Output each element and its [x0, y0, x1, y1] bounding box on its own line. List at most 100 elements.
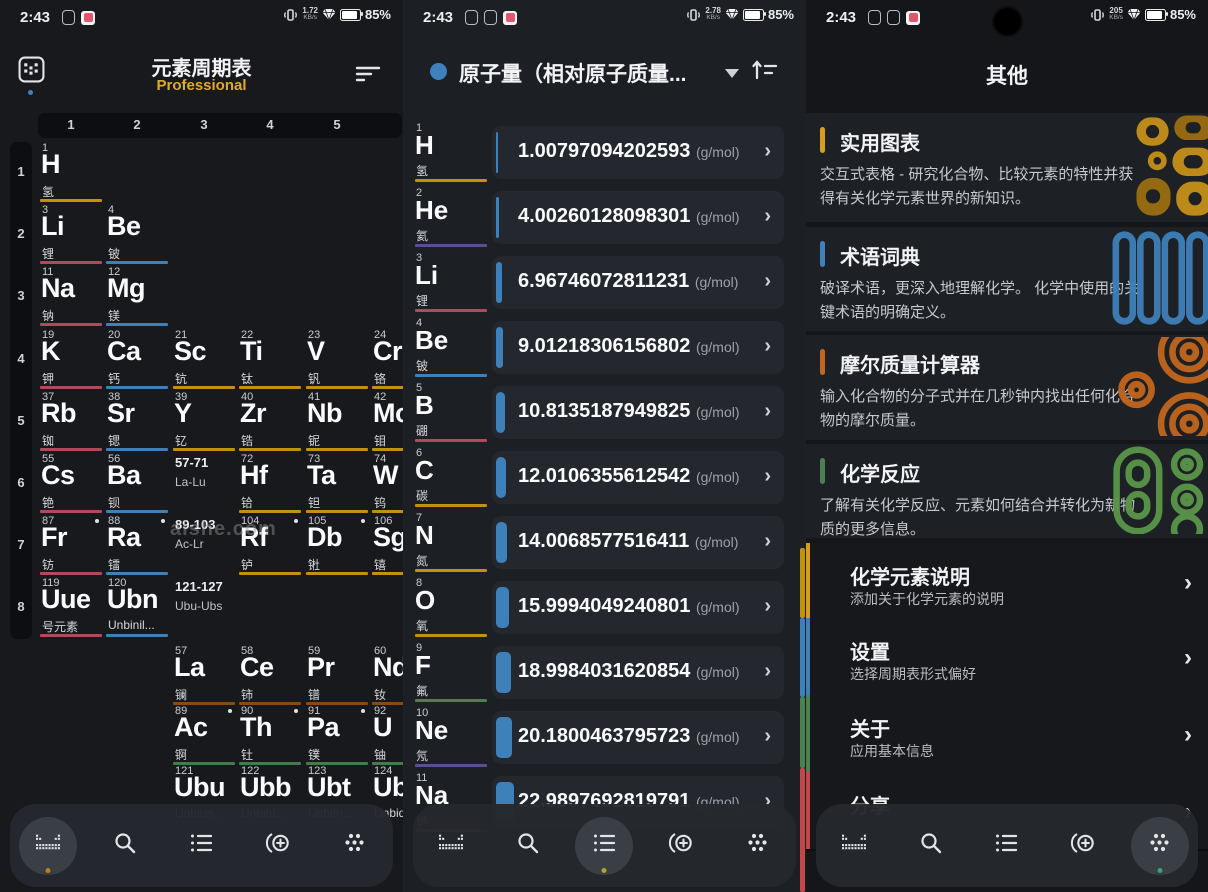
chevron-down-icon[interactable] — [725, 69, 739, 78]
feature-card-1[interactable]: 术语词典破译术语，更深入地理解化学。 化学中使用的关键术语的明确定义。 — [806, 227, 1208, 331]
value-card-B[interactable]: 10.8135187949825 (g/mol)› — [492, 386, 784, 439]
element-cell-Li[interactable]: 3Li锂 — [40, 204, 102, 265]
element-cell-Sg[interactable]: 106Sg𬭳 — [372, 515, 404, 576]
property-selector[interactable]: 原子量（相对原子质量... — [459, 58, 687, 88]
element-cell-Be[interactable]: 4Be铍 — [106, 204, 168, 265]
card-title: 化学反应 — [840, 458, 920, 487]
element-cell-Na[interactable]: 11Na钠 — [40, 266, 102, 327]
card-description: 了解有关化学反应、元素如何结合并转化为新物质的更多信息。 — [820, 494, 1142, 538]
nav-collection-add[interactable] — [1054, 817, 1112, 875]
element-cell-Fr[interactable]: 87Fr钫 — [40, 515, 102, 576]
element-symbol: Rb — [41, 400, 76, 427]
nav-list[interactable] — [978, 817, 1036, 875]
unit-label: (g/mol) — [696, 144, 740, 160]
nav-apps[interactable] — [729, 817, 787, 875]
element-cell-Db[interactable]: 105Db𬭊 — [306, 515, 368, 576]
app-root: 2:431.72KB/s85% 元素周期表 Professional 12345… — [0, 0, 1208, 892]
table-view-icon[interactable] — [18, 56, 45, 88]
element-cell-Ca[interactable]: 20Ca钙 — [106, 329, 168, 390]
element-cell-121-127[interactable]: 121-127Ubu-Ubs — [173, 577, 235, 638]
element-cell-U[interactable]: 92U铀 — [372, 705, 404, 766]
value-card-Be[interactable]: 9.01218306156802 (g/mol)› — [492, 321, 784, 374]
network-speed: 205KB/s — [1109, 7, 1123, 22]
bottom-nav — [816, 804, 1198, 887]
element-cell-H[interactable]: 1H氢 — [40, 142, 102, 203]
nav-list[interactable] — [575, 817, 633, 875]
periodic-table-icon — [36, 833, 61, 858]
scroll-marker[interactable] — [800, 697, 805, 768]
feature-card-2[interactable]: 摩尔质量计算器输入化合物的分子式并在几秒钟内找出任何化合物的摩尔质量。 — [806, 335, 1208, 440]
nav-apps[interactable] — [1131, 817, 1189, 875]
value-card-Ne[interactable]: 20.1800463795723 (g/mol)› — [492, 711, 784, 764]
element-cell-Nb[interactable]: 41Nb铌 — [306, 391, 368, 452]
sort-icon[interactable] — [750, 58, 778, 87]
value-card-C[interactable]: 12.0106355612542 (g/mol)› — [492, 451, 784, 504]
element-cell-57-71[interactable]: 57-71La-Lu — [173, 453, 235, 514]
nav-collection-add[interactable] — [652, 817, 710, 875]
element-cell-Ta[interactable]: 73Ta钽 — [306, 453, 368, 514]
menu-item-2[interactable]: 关于应用基本信息› — [806, 695, 1208, 774]
element-cell-Ce[interactable]: 58Ce铈 — [239, 645, 301, 706]
element-range: 121-127 — [175, 579, 223, 594]
scroll-marker[interactable] — [800, 548, 805, 618]
element-cell-Rb[interactable]: 37Rb铷 — [40, 391, 102, 452]
element-cell-Pr[interactable]: 59Pr镨 — [306, 645, 368, 706]
element-cell-Mo[interactable]: 42Mo钼 — [372, 391, 404, 452]
menu-item-0[interactable]: 化学元素说明添加关于化学元素的说明› — [806, 543, 1208, 620]
vibrate-icon — [686, 8, 701, 22]
value-card-O[interactable]: 15.9994049240801 (g/mol)› — [492, 581, 784, 634]
element-cell-Uue[interactable]: 119Uue号元素 — [40, 577, 102, 638]
element-cell-Cr[interactable]: 24Cr铬 — [372, 329, 404, 390]
element-symbol: Be — [415, 327, 448, 353]
filter-icon[interactable] — [355, 62, 381, 89]
category-underline — [415, 764, 487, 767]
element-cell-Pa[interactable]: 91Pa镤 — [306, 705, 368, 766]
element-cell-Hf[interactable]: 72Hf铪 — [239, 453, 301, 514]
nav-periodic-table[interactable] — [825, 817, 883, 875]
element-cell-Y[interactable]: 39Y钇 — [173, 391, 235, 452]
value-card-N[interactable]: 14.0068577516411 (g/mol)› — [492, 516, 784, 569]
element-cell-La[interactable]: 57La镧 — [173, 645, 235, 706]
nav-search[interactable] — [902, 817, 960, 875]
element-cell-Ra[interactable]: 88Ra镭 — [106, 515, 168, 576]
nav-periodic-table[interactable] — [422, 817, 480, 875]
element-cell-Cs[interactable]: 55Cs铯 — [40, 453, 102, 514]
nav-periodic-table[interactable] — [19, 817, 77, 875]
scroll-marker[interactable] — [800, 768, 805, 892]
nav-search[interactable] — [96, 817, 154, 875]
nav-collection-add[interactable] — [249, 817, 307, 875]
nav-list[interactable] — [172, 817, 230, 875]
feature-card-3[interactable]: 化学反应了解有关化学反应、元素如何结合并转化为新物质的更多信息。 — [806, 444, 1208, 538]
element-cell-Sc[interactable]: 21Sc钪 — [173, 329, 235, 390]
notification-icons — [62, 10, 95, 25]
element-cell-Ac[interactable]: 89Ac锕 — [173, 705, 235, 766]
nav-search[interactable] — [499, 817, 557, 875]
element-cell-Nd[interactable]: 60Nd钕 — [372, 645, 404, 706]
element-cell-Sr[interactable]: 38Sr锶 — [106, 391, 168, 452]
category-underline — [415, 699, 487, 702]
scroll-marker[interactable] — [800, 618, 805, 697]
element-cell-Ti[interactable]: 22Ti钛 — [239, 329, 301, 390]
element-name: 铬 — [374, 370, 386, 387]
value-card-Li[interactable]: 6.96746072811231 (g/mol)› — [492, 256, 784, 309]
element-cell-Zr[interactable]: 40Zr锆 — [239, 391, 301, 452]
element-name: 钠 — [42, 307, 54, 324]
element-symbol: Li — [415, 262, 438, 288]
menu-item-1[interactable]: 设置选择周期表形式偏好› — [806, 618, 1208, 697]
value-card-F[interactable]: 18.9984031620854 (g/mol)› — [492, 646, 784, 699]
element-cell-Ba[interactable]: 56Ba钡 — [106, 453, 168, 514]
feature-card-0[interactable]: 实用图表交互式表格 - 研究化合物、比较元素的特性并获得有关化学元素世界的新知识… — [806, 113, 1208, 222]
element-cell-Th[interactable]: 90Th钍 — [239, 705, 301, 766]
apps-icon — [745, 831, 770, 860]
value-card-He[interactable]: 4.00260128098301 (g/mol)› — [492, 191, 784, 244]
element-cell-Ubn[interactable]: 120UbnUnbinil... — [106, 577, 168, 638]
element-name: 氦 — [416, 227, 428, 244]
element-cell-K[interactable]: 19K钾 — [40, 329, 102, 390]
value-card-H[interactable]: 1.00797094202593 (g/mol)› — [492, 126, 784, 179]
element-cell-W[interactable]: 74W钨 — [372, 453, 404, 514]
nav-apps[interactable] — [326, 817, 384, 875]
element-cell-V[interactable]: 23V钒 — [306, 329, 368, 390]
element-symbol: Sr — [107, 400, 135, 427]
category-underline — [173, 448, 235, 451]
element-cell-Mg[interactable]: 12Mg镁 — [106, 266, 168, 327]
